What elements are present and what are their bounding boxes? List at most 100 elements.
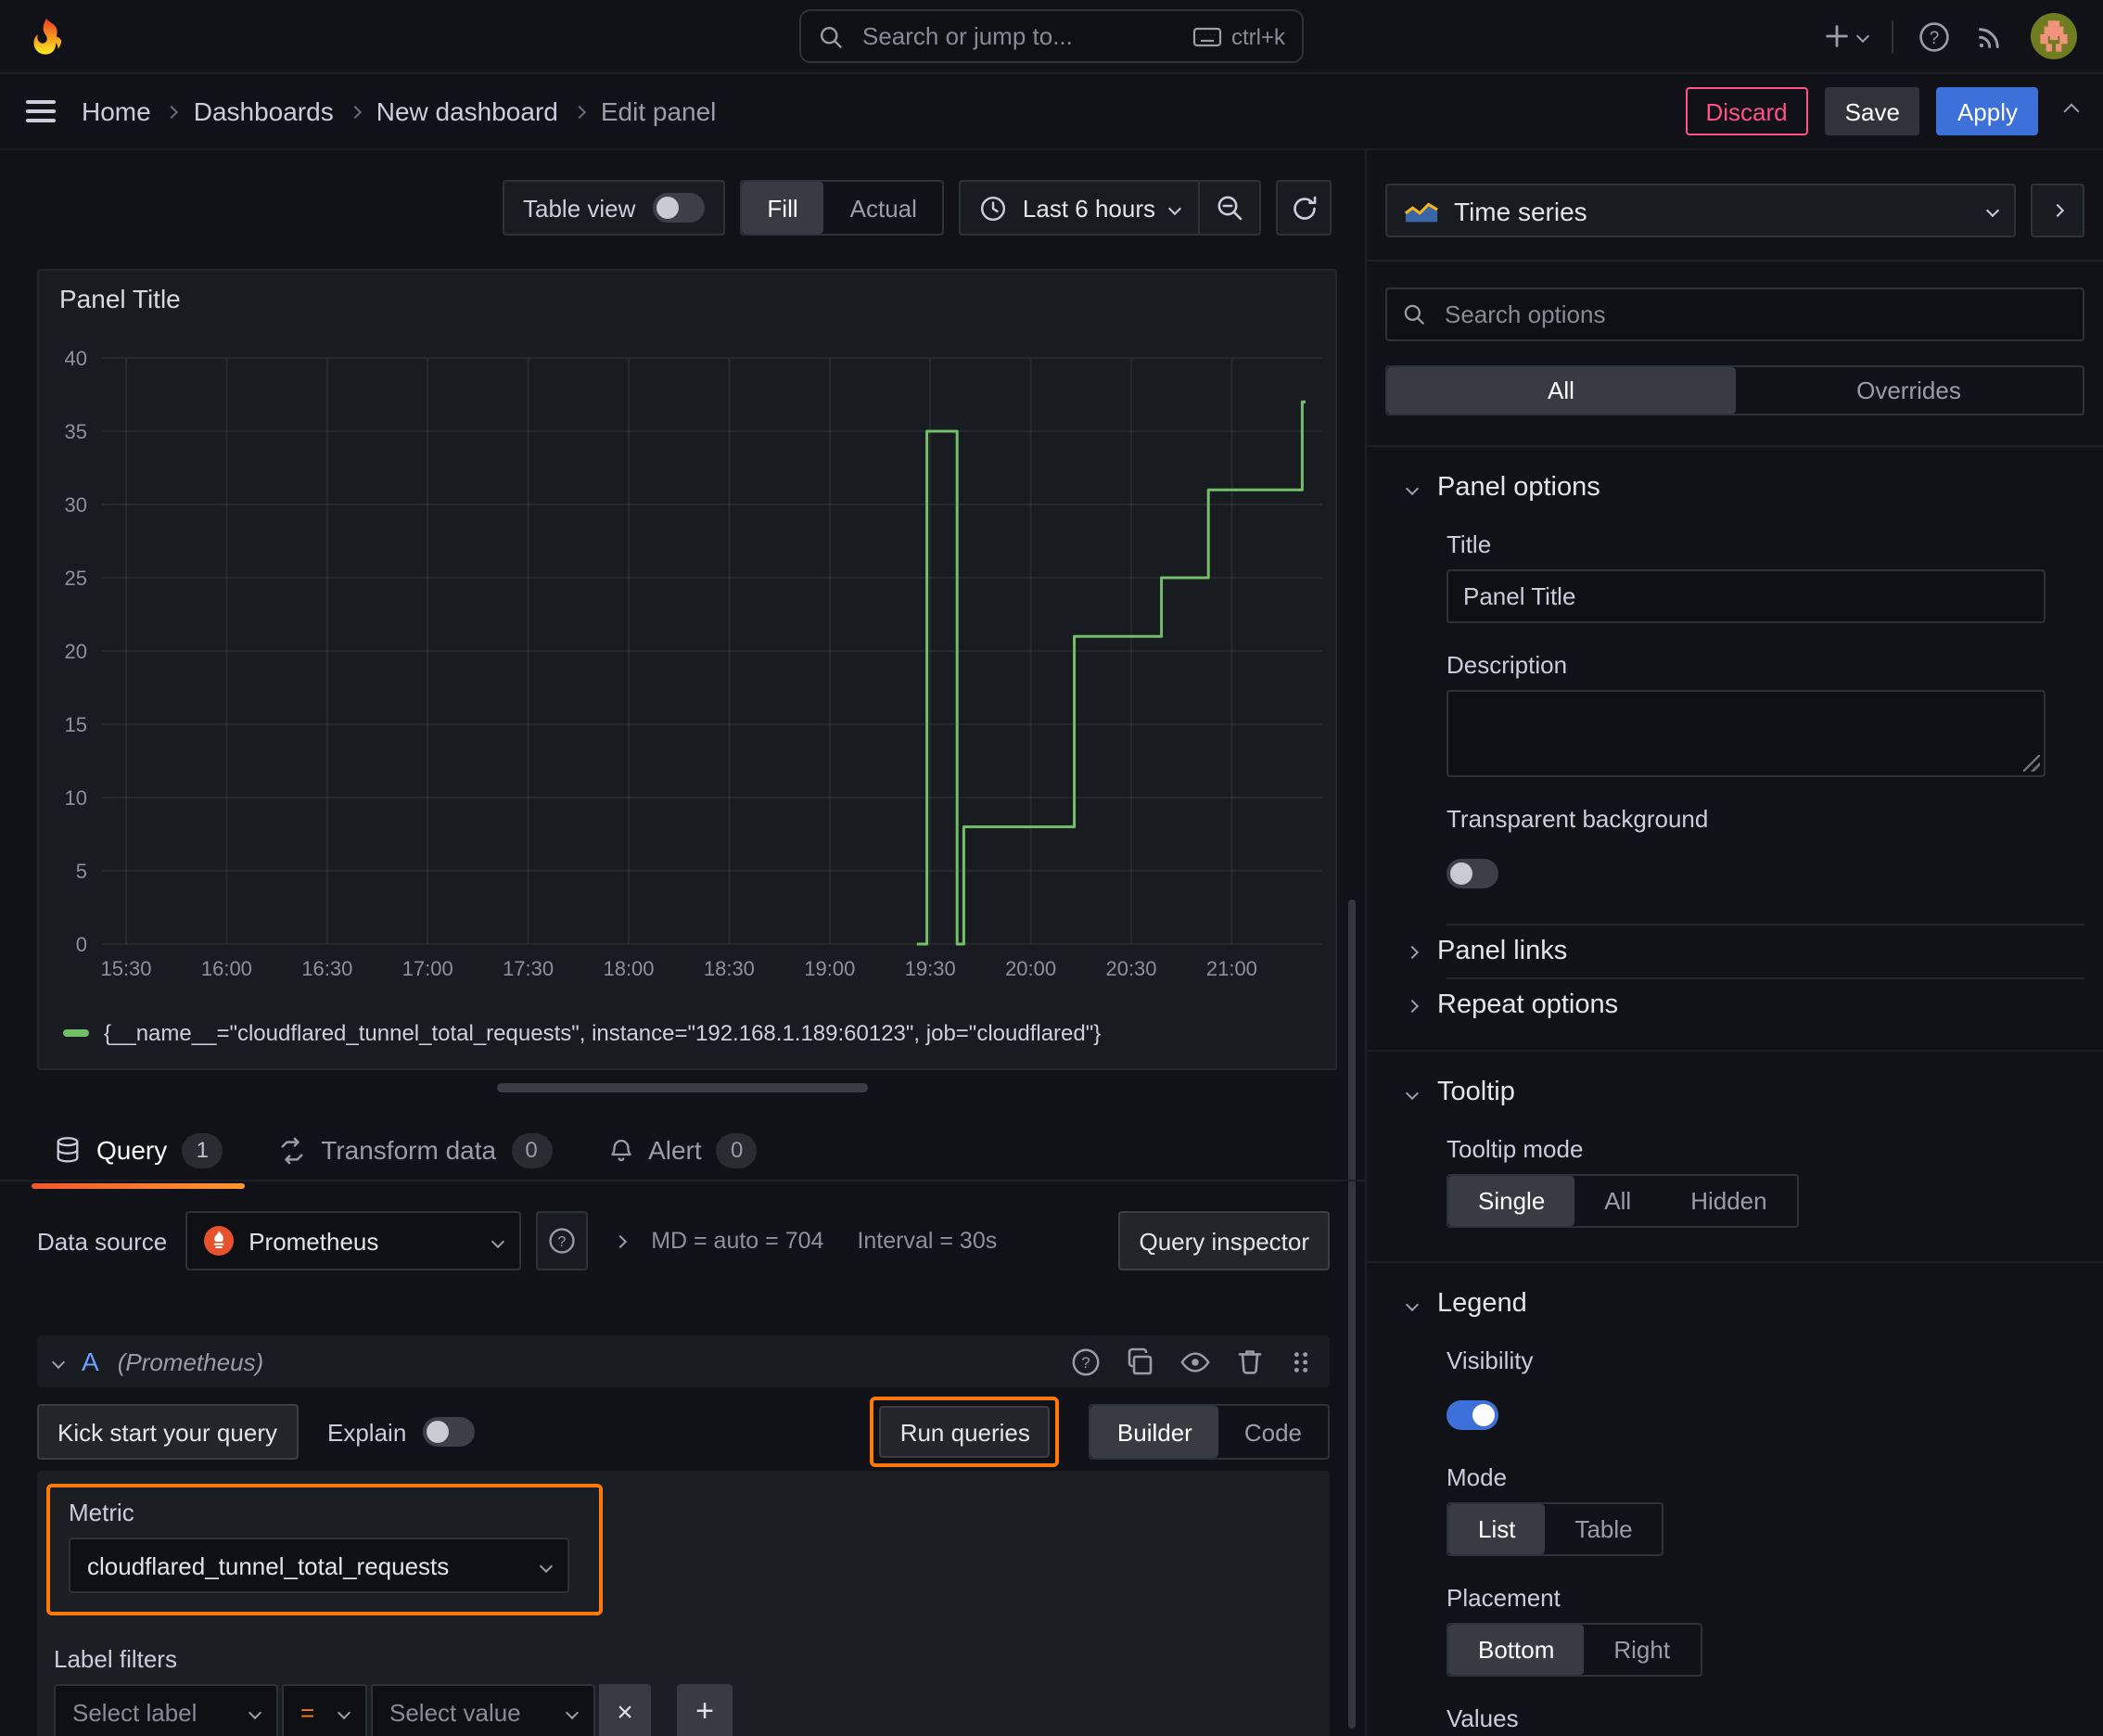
drag-handle-icon[interactable] (1289, 1347, 1313, 1375)
breadcrumb-separator-icon (348, 104, 362, 119)
time-series-viz-icon (1404, 198, 1439, 223)
breadcrumb-new-dashboard[interactable]: New dashboard (376, 96, 558, 126)
tab-transform-data[interactable]: Transform data 0 (256, 1124, 574, 1176)
global-search[interactable]: ctrl+k (799, 9, 1304, 63)
operator-dropdown[interactable]: = (282, 1684, 367, 1736)
legend-mode-list[interactable]: List (1448, 1504, 1546, 1554)
zoom-out-time-button[interactable] (1198, 182, 1259, 234)
tab-query[interactable]: Query 1 (32, 1124, 246, 1189)
datasource-label: Data source (37, 1227, 168, 1255)
legend-mode-label: Mode (1447, 1463, 1508, 1491)
actual-option[interactable]: Actual (824, 182, 943, 234)
select-label-dropdown[interactable]: Select label (54, 1684, 278, 1736)
table-view-label: Table view (523, 194, 636, 222)
collapse-options-button[interactable] (2063, 103, 2080, 120)
table-view-toggle[interactable] (652, 193, 705, 223)
legend-placement-right[interactable]: Right (1584, 1625, 1700, 1675)
user-avatar[interactable] (2031, 13, 2077, 59)
eye-icon[interactable] (1179, 1346, 1211, 1377)
breadcrumb-dashboards[interactable]: Dashboards (194, 96, 334, 126)
expand-viz-picker-button[interactable] (2031, 184, 2084, 237)
left-pane-scrollbar[interactable] (1348, 900, 1356, 1729)
chart-legend[interactable]: {__name__="cloudflared_tunnel_total_requ… (63, 1020, 1101, 1046)
chevron-down-icon (1405, 1085, 1420, 1100)
datasource-value: Prometheus (249, 1227, 379, 1255)
alert-count-badge: 0 (716, 1132, 758, 1168)
time-series-chart[interactable]: 0 5 10 15 20 25 30 35 40 15:30 16:00 16:30 17:00 17:3… (39, 271, 1339, 1072)
breadcrumb-home[interactable]: Home (82, 96, 151, 126)
fill-option[interactable]: Fill (741, 182, 824, 234)
panel-edit-left-pane: Table view Fill Actual Last 6 hours Pane… (0, 150, 1367, 1736)
legend-visibility-toggle[interactable] (1447, 1400, 1498, 1430)
remove-filter-button[interactable]: × (599, 1684, 651, 1736)
tab-alert[interactable]: Alert 0 (585, 1124, 780, 1176)
global-search-input[interactable] (859, 20, 1178, 52)
add-filter-button[interactable]: + (677, 1684, 733, 1736)
datasource-picker[interactable]: Prometheus (185, 1211, 522, 1270)
apply-button[interactable]: Apply (1936, 87, 2038, 135)
datasource-help-button[interactable]: ? (536, 1211, 589, 1270)
panel-resize-handle[interactable] (497, 1083, 868, 1092)
code-option[interactable]: Code (1218, 1406, 1328, 1458)
breadcrumb-bar: Home Dashboards New dashboard Edit panel… (0, 74, 2103, 150)
legend-mode-table[interactable]: Table (1545, 1504, 1662, 1554)
explain-toggle[interactable] (423, 1417, 476, 1447)
search-shortcut: ctrl+k (1192, 23, 1285, 49)
query-inspector-button[interactable]: Query inspector (1118, 1211, 1330, 1270)
legend-series-name: {__name__="cloudflared_tunnel_total_requ… (104, 1020, 1102, 1046)
run-queries-button[interactable]: Run queries (879, 1406, 1051, 1458)
builder-option[interactable]: Builder (1090, 1406, 1218, 1458)
bell-icon (607, 1136, 633, 1164)
panel-preview[interactable]: Panel Title 0 5 10 15 20 25 30 35 40 15:30 16:00 16… (37, 269, 1337, 1070)
options-search[interactable] (1385, 287, 2084, 341)
builder-code-switch: Builder Code (1089, 1404, 1330, 1460)
add-menu-button[interactable] (1823, 22, 1870, 50)
options-tab-all[interactable]: All (1387, 367, 1735, 414)
metric-select[interactable]: cloudflared_tunnel_total_requests (69, 1538, 569, 1593)
legend-placement-bottom[interactable]: Bottom (1448, 1625, 1585, 1675)
panel-links-section-header[interactable]: Panel links (1405, 925, 2084, 977)
visualization-picker[interactable]: Time series (1385, 184, 2016, 237)
time-range-button[interactable]: Last 6 hours (962, 182, 1198, 234)
query-options-expander[interactable] (603, 1233, 636, 1248)
select-value-dropdown[interactable]: Select value (371, 1684, 595, 1736)
tooltip-mode-all[interactable]: All (1574, 1176, 1661, 1226)
options-tab-overrides[interactable]: Overrides (1735, 367, 2083, 414)
top-nav-actions: ? (1823, 13, 2077, 59)
select-label-placeholder: Select label (72, 1698, 198, 1726)
time-range-label: Last 6 hours (1022, 194, 1155, 222)
tab-transform-label: Transform data (321, 1135, 497, 1165)
description-textarea[interactable] (1447, 690, 2046, 777)
svg-text:?: ? (1081, 1353, 1090, 1371)
tooltip-section-header[interactable]: Tooltip (1385, 1078, 2084, 1107)
panel-title-input[interactable] (1447, 569, 2046, 623)
collapse-query-icon[interactable] (51, 1354, 66, 1369)
query-help-button[interactable]: ? (1070, 1346, 1102, 1377)
news-rss-button[interactable] (1975, 20, 2007, 52)
svg-text:17:00: 17:00 (402, 957, 453, 980)
grafana-logo-icon[interactable] (26, 16, 67, 57)
save-button[interactable]: Save (1824, 87, 1920, 135)
transparent-background-toggle[interactable] (1447, 859, 1498, 888)
trash-icon[interactable] (1235, 1347, 1265, 1376)
tooltip-mode-hidden[interactable]: Hidden (1661, 1176, 1796, 1226)
metric-value: cloudflared_tunnel_total_requests (87, 1551, 450, 1579)
refresh-button[interactable] (1276, 180, 1332, 236)
tooltip-mode-single[interactable]: Single (1448, 1176, 1575, 1226)
options-search-input[interactable] (1441, 299, 2068, 330)
divider (1367, 1050, 2103, 1052)
discard-button[interactable]: Discard (1685, 87, 1808, 135)
divider (1367, 1261, 2103, 1263)
time-range-control: Last 6 hours (959, 180, 1261, 236)
menu-hamburger-button[interactable] (26, 98, 56, 124)
keyboard-icon (1192, 25, 1222, 47)
repeat-options-section-header[interactable]: Repeat options (1405, 979, 2084, 1031)
metric-label: Metric (69, 1499, 134, 1526)
kick-start-query-button[interactable]: Kick start your query (37, 1404, 298, 1460)
main-area: Table view Fill Actual Last 6 hours Pane… (0, 150, 2103, 1736)
legend-section-header[interactable]: Legend (1385, 1289, 2084, 1319)
duplicate-query-button[interactable] (1126, 1347, 1155, 1376)
query-row-header[interactable]: A (Prometheus) ? (37, 1335, 1330, 1387)
panel-options-section-header[interactable]: Panel options (1385, 473, 2084, 503)
help-button[interactable]: ? (1918, 19, 1951, 53)
